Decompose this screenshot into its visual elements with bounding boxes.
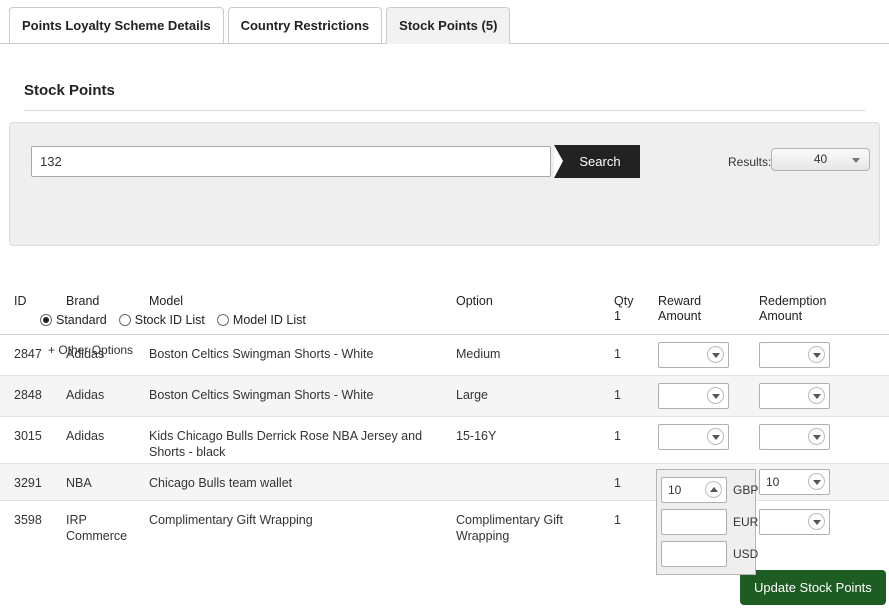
reward-amount-expand-icon[interactable] [707, 387, 724, 404]
search-input[interactable] [31, 146, 551, 177]
cell-model: Kids Chicago Bulls Derrick Rose NBA Jers… [149, 429, 423, 459]
title-divider [24, 110, 865, 111]
column-header-redemption-amount: Redemption Amount [759, 288, 869, 324]
cell-reward-amount [658, 335, 754, 368]
reward-amount-collapse-icon[interactable] [705, 481, 722, 498]
cell-reward-amount [658, 376, 754, 409]
cell-redemption-amount [759, 335, 869, 368]
currency-code-eur: EUR [733, 515, 759, 529]
page-title: Stock Points [24, 82, 115, 99]
cell-brand: Adidas [66, 429, 105, 443]
reward-amount-expand-icon[interactable] [707, 346, 724, 363]
results-label: Results: [728, 155, 772, 169]
reward-amount-expand-icon[interactable] [707, 428, 724, 445]
reward-amount-eur-input[interactable] [661, 509, 727, 535]
search-panel: Search Results: 40 Standard Stock ID Lis… [9, 122, 880, 357]
currency-row-gbp: GBP [657, 474, 759, 506]
cell-qty: 1 [614, 388, 621, 402]
redemption-amount-expand-icon[interactable] [808, 513, 825, 530]
cell-reward-amount [658, 417, 754, 450]
cell-option: Medium [456, 347, 501, 361]
cell-redemption-amount [759, 417, 869, 450]
cell-id: 3598 [14, 513, 42, 527]
cell-model: Boston Celtics Swingman Shorts - White [149, 388, 374, 402]
cell-id: 3015 [14, 429, 42, 443]
column-header-reward-line2: Amount [658, 309, 702, 323]
currency-code-usd: USD [733, 547, 759, 561]
column-header-brand: Brand [66, 294, 100, 308]
currency-code-gbp: GBP [733, 483, 759, 497]
redemption-amount-expand-icon[interactable] [808, 473, 825, 490]
redemption-amount-expand-icon[interactable] [808, 428, 825, 445]
results-count-select[interactable]: 40 [771, 148, 870, 171]
cell-model: Chicago Bulls team wallet [149, 476, 293, 490]
cell-brand: NBA [66, 476, 92, 490]
search-button[interactable]: Search [554, 145, 640, 178]
column-header-model: Model [149, 294, 184, 308]
cell-model: Boston Celtics Swingman Shorts - White [149, 347, 374, 361]
tab-country-restrictions[interactable]: Country Restrictions [227, 7, 383, 44]
cell-qty: 1 [614, 513, 621, 527]
cell-brand: Adidas [66, 388, 105, 402]
tab-stock-points[interactable]: Stock Points (5) [386, 7, 511, 44]
cell-redemption-amount [759, 501, 869, 535]
table-header-row: ID Brand Model Option Qty 1 Reward Amoun… [0, 288, 889, 335]
chevron-down-icon [852, 158, 860, 163]
redemption-amount-expand-icon[interactable] [808, 387, 825, 404]
reward-currency-panel: GBP EUR USD [656, 469, 759, 575]
column-header-option: Option [456, 294, 493, 308]
table-row: 3015 Adidas Kids Chicago Bulls Derrick R… [0, 417, 889, 464]
cell-option: Complimentary Gift Wrapping [456, 513, 563, 543]
cell-model: Complimentary Gift Wrapping [149, 513, 313, 527]
column-header-qty-line1: Qty [614, 294, 634, 308]
cell-option: Large [456, 388, 488, 402]
results-count-value: 40 [813, 152, 828, 166]
table-row: 2848 Adidas Boston Celtics Swingman Shor… [0, 376, 889, 417]
cell-brand: IRP Commerce [66, 513, 128, 543]
cell-redemption-amount [759, 376, 869, 409]
currency-row-eur: EUR [657, 506, 759, 538]
search-button-label: Search [579, 154, 621, 169]
tab-list: Points Loyalty Scheme Details Country Re… [9, 7, 514, 44]
column-header-reward-line1: Reward [658, 294, 702, 308]
cell-option [456, 464, 606, 475]
cell-brand: Adidas [66, 347, 105, 361]
column-header-qty: Qty 1 [614, 288, 650, 324]
column-header-redemption-line2: Amount [759, 309, 803, 323]
cell-id: 2847 [14, 347, 42, 361]
table-row: 2847 Adidas Boston Celtics Swingman Shor… [0, 335, 889, 376]
cell-qty: 1 [614, 476, 621, 490]
cell-qty: 1 [614, 429, 621, 443]
stock-points-page: Points Loyalty Scheme Details Country Re… [0, 0, 889, 610]
update-stock-points-button[interactable]: Update Stock Points [740, 570, 886, 605]
currency-row-usd: USD [657, 538, 759, 570]
tab-points-loyalty-scheme-details[interactable]: Points Loyalty Scheme Details [9, 7, 224, 44]
column-header-redemption-line1: Redemption [759, 294, 827, 308]
search-button-notch-icon [554, 145, 563, 178]
redemption-amount-expand-icon[interactable] [808, 346, 825, 363]
column-header-qty-line2: 1 [614, 309, 621, 323]
tab-bar: Points Loyalty Scheme Details Country Re… [0, 0, 889, 44]
column-header-reward-amount: Reward Amount [658, 288, 754, 324]
cell-qty: 1 [614, 347, 621, 361]
cell-id: 3291 [14, 476, 42, 490]
reward-amount-usd-input[interactable] [661, 541, 727, 567]
cell-option: 15-16Y [456, 429, 497, 443]
cell-id: 2848 [14, 388, 42, 402]
cell-redemption-amount [759, 464, 869, 495]
column-header-id: ID [14, 294, 27, 308]
